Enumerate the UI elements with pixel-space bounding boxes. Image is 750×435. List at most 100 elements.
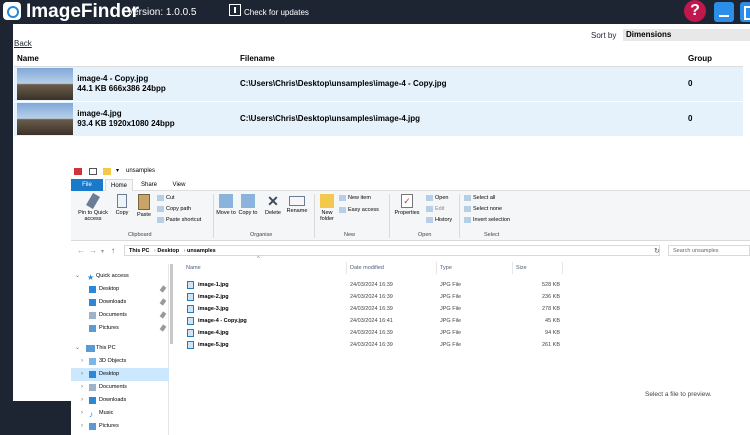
list-item[interactable]: image-3.jpg 24/03/2024 16:39 JPG File 27… <box>183 303 563 315</box>
copy-to-button[interactable]: Copy to <box>238 194 258 216</box>
documents-icon <box>89 312 96 319</box>
chevron-right-icon[interactable]: › <box>81 420 83 433</box>
back-link[interactable]: Back <box>14 39 32 48</box>
search-input[interactable]: Search unsamples <box>668 245 750 256</box>
app-title: ImageFinder <box>26 1 139 22</box>
file-date: 24/03/2024 16:39 <box>350 306 393 312</box>
tab-view[interactable]: View <box>168 179 190 191</box>
chevron-right-icon[interactable]: › <box>81 394 83 407</box>
nav-pc-downloads[interactable]: › Downloads <box>71 394 169 407</box>
sort-by-select[interactable]: Dimensions <box>623 29 750 41</box>
new-item-button[interactable]: New item <box>339 195 371 201</box>
nav-this-pc[interactable]: ⌄ This PC <box>71 342 169 355</box>
new-folder-button[interactable]: New folder <box>315 194 339 222</box>
refresh-icon[interactable]: ↻ <box>654 247 660 255</box>
breadcrumb-this-pc[interactable]: This PC <box>129 248 149 254</box>
forward-arrow-icon[interactable]: → <box>89 246 97 255</box>
nav-pc-3d-objects[interactable]: › 3D Objects <box>71 355 169 368</box>
jpg-file-icon <box>187 293 194 301</box>
tab-file[interactable]: File <box>71 179 103 191</box>
file-type: JPG File <box>440 306 462 312</box>
cut-button[interactable]: Cut <box>157 195 175 201</box>
easy-access-button[interactable]: Easy access <box>339 207 379 213</box>
chevron-right-icon[interactable]: › <box>81 355 83 368</box>
pin-quick-access-button[interactable]: Pin to Quick access <box>73 192 113 222</box>
list-item[interactable]: image-1.jpg 24/03/2024 16:39 JPG File 52… <box>183 279 563 291</box>
column-header-name[interactable]: Name <box>186 262 201 274</box>
column-separator[interactable] <box>436 262 437 274</box>
file-date: 24/03/2024 16:39 <box>350 342 393 348</box>
jpg-file-icon <box>187 305 194 313</box>
chevron-down-icon[interactable]: ⌄ <box>75 270 80 283</box>
file-name: image-2.jpg <box>198 294 229 300</box>
table-row[interactable]: image-4 - Copy.jpg 44.1 KB 666x386 24bpp… <box>14 66 743 102</box>
back-arrow-icon[interactable]: ← <box>77 246 85 255</box>
column-header-filename[interactable]: Filename <box>237 52 685 67</box>
column-separator[interactable] <box>346 262 347 274</box>
folder-quick-icon[interactable] <box>103 168 111 175</box>
select-all-button[interactable]: Select all <box>464 195 495 201</box>
paste-button[interactable]: Paste <box>134 194 154 218</box>
nav-quick-documents[interactable]: Documents <box>71 309 169 322</box>
list-item[interactable]: image-5.jpg 24/03/2024 16:39 JPG File 26… <box>183 339 563 351</box>
copy-path-button[interactable]: Copy path <box>157 206 191 212</box>
nav-pc-pictures[interactable]: › Pictures <box>71 420 169 433</box>
list-item[interactable]: image-4 - Copy.jpg 24/03/2024 16:41 JPG … <box>183 315 563 327</box>
chevron-right-icon[interactable]: › <box>81 381 83 394</box>
maximize-button[interactable] <box>740 2 750 22</box>
move-to-button[interactable]: Move to <box>216 194 236 216</box>
file-size: 45 KB <box>545 318 560 324</box>
thumbnail-image <box>17 102 73 135</box>
nav-quick-pictures[interactable]: Pictures <box>71 322 169 335</box>
open-button[interactable]: Open <box>426 195 448 201</box>
invert-selection-button[interactable]: Invert selection <box>464 217 510 223</box>
help-icon[interactable]: ? <box>684 0 706 22</box>
rename-icon <box>289 196 305 206</box>
breadcrumb-unsamples[interactable]: unsamples <box>187 248 216 254</box>
minimize-button[interactable] <box>714 2 734 22</box>
edit-button[interactable]: Edit <box>426 206 444 212</box>
nav-pc-documents[interactable]: › Documents <box>71 381 169 394</box>
check-updates-button[interactable]: Check for updates <box>244 8 309 17</box>
chevron-right-icon[interactable]: › <box>81 407 83 420</box>
table-row[interactable]: image-4.jpg 93.4 KB 1920x1080 24bpp C:\U… <box>14 101 743 137</box>
pin-icon <box>159 324 167 332</box>
dropdown-icon[interactable]: ▾ <box>116 167 124 174</box>
copy-button[interactable]: Copy <box>113 194 131 216</box>
history-button[interactable]: History <box>426 217 452 223</box>
update-icon[interactable] <box>229 4 241 16</box>
nav-pc-music[interactable]: › ♪ Music <box>71 407 169 420</box>
nav-pc-desktop[interactable]: › Desktop <box>71 368 169 381</box>
column-header-size[interactable]: Size <box>516 262 527 274</box>
chevron-right-icon[interactable]: › <box>81 368 83 381</box>
column-separator[interactable] <box>562 262 563 274</box>
tab-share[interactable]: Share <box>137 179 161 191</box>
sort-up-icon: ^ <box>257 256 260 262</box>
delete-button[interactable]: ✕ Delete <box>262 194 284 216</box>
breadcrumb-desktop[interactable]: Desktop <box>157 248 179 254</box>
properties-button[interactable]: ✓ Properties <box>391 194 423 216</box>
file-type: JPG File <box>440 330 462 336</box>
up-arrow-icon[interactable]: ↑ <box>111 246 115 255</box>
chevron-down-icon[interactable]: ⌄ <box>75 342 80 355</box>
nav-quick-downloads[interactable]: Downloads <box>71 296 169 309</box>
list-item[interactable]: image-2.jpg 24/03/2024 16:39 JPG File 23… <box>183 291 563 303</box>
rename-button[interactable]: Rename <box>285 194 309 214</box>
column-header-name[interactable]: Name <box>14 52 237 67</box>
address-bar[interactable]: This PC › Desktop › unsamples <box>124 245 660 256</box>
nav-quick-access[interactable]: ⌄ ★ Quick access <box>71 270 169 283</box>
list-item[interactable]: image-4.jpg 24/03/2024 16:39 JPG File 94… <box>183 327 563 339</box>
tab-home[interactable]: Home <box>105 179 133 191</box>
nav-scrollbar[interactable] <box>170 264 173 344</box>
file-size: 528 KB <box>541 282 560 288</box>
column-header-group[interactable]: Group <box>685 52 743 67</box>
properties-quick-icon[interactable] <box>89 168 97 175</box>
nav-quick-desktop[interactable]: Desktop <box>71 283 169 296</box>
recent-locations-icon[interactable]: ▾ <box>101 248 104 255</box>
select-none-button[interactable]: Select none <box>464 206 502 212</box>
column-separator[interactable] <box>512 262 513 274</box>
column-header-type[interactable]: Type <box>440 262 452 274</box>
paste-shortcut-button[interactable]: Paste shortcut <box>157 217 201 223</box>
file-size: 94 KB <box>545 330 560 336</box>
column-header-date-modified[interactable]: Date modified <box>350 262 384 274</box>
